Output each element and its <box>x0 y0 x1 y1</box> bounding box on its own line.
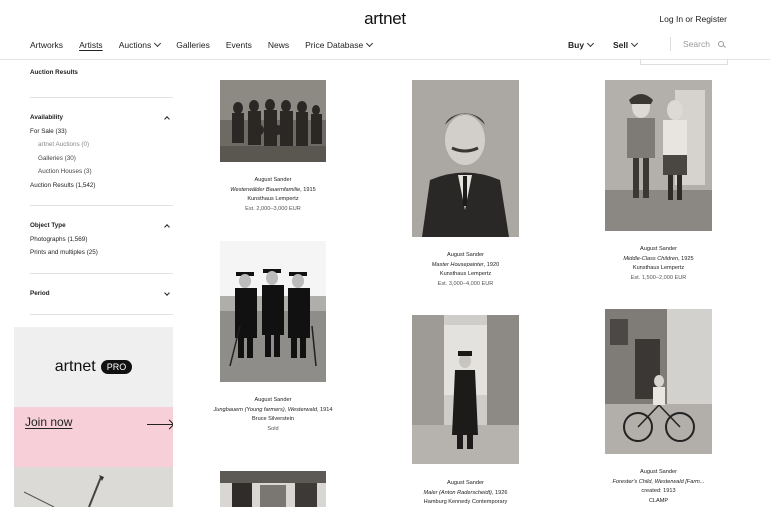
nav-auctions-label: Auctions <box>118 40 152 50</box>
filter-prints-multiples[interactable]: Prints and multiples (25) <box>30 249 98 256</box>
login-register-link[interactable]: Log In or Register <box>659 14 727 24</box>
join-now-link[interactable]: Join now <box>25 415 72 429</box>
arrow-right-icon <box>147 424 173 425</box>
filter-photographs[interactable]: Photographs (1,569) <box>30 236 87 243</box>
filter-auction-results[interactable]: Auction Results (1,542) <box>30 182 95 189</box>
availability-heading[interactable]: Availability <box>30 114 63 121</box>
nav-artworks[interactable]: Artworks <box>30 40 63 50</box>
artwork-caption: August Sander Maler (Anton Raderscheidt)… <box>392 479 539 507</box>
auction-results-heading[interactable]: Auction Results <box>30 69 78 76</box>
nav-news[interactable]: News <box>268 40 289 50</box>
search-icon <box>717 41 724 47</box>
artwork-artist[interactable]: August Sander <box>585 468 732 478</box>
artwork-image-foresters-child[interactable] <box>605 309 712 454</box>
nav-galleries[interactable]: Galleries <box>176 40 210 50</box>
artnet-logo[interactable]: artnet <box>0 9 770 29</box>
nav-events[interactable]: Events <box>226 40 252 50</box>
artwork-price: Est. 3,000–4,000 EUR <box>437 280 494 287</box>
artwork-artist[interactable]: August Sander <box>585 245 732 255</box>
artwork-title-line[interactable]: Middle-Class Children, 1925 <box>585 255 732 265</box>
artwork-price: Sold <box>267 425 279 432</box>
artwork-title: Jungbauern (Young farmers), Westerwald <box>213 406 317 413</box>
ad-join-panel[interactable]: Join now <box>14 407 173 467</box>
chevron-down-icon <box>366 39 374 48</box>
artwork-year: , 1915 <box>300 186 316 193</box>
artwork-artist[interactable]: August Sander <box>392 479 539 489</box>
pen-illustration <box>14 467 173 507</box>
artwork-year: , 1926 <box>491 489 508 496</box>
nav-artists[interactable]: Artists <box>79 40 103 50</box>
artwork-image-middle-class-children[interactable] <box>605 80 712 231</box>
main-nav: Artworks Artists Auctions Galleries Even… <box>30 39 388 50</box>
nav-auctions[interactable]: Auctions <box>118 39 162 50</box>
artwork-venue[interactable]: Hamburg Kennedy Contemporary <box>392 498 539 507</box>
divider <box>30 314 173 315</box>
filter-artnet-auctions[interactable]: artnet Auctions (0) <box>38 141 89 148</box>
chevron-down-icon <box>587 39 595 48</box>
artwork-venue[interactable]: created: 1913 <box>585 487 732 497</box>
period-heading[interactable]: Period <box>30 290 50 297</box>
artwork-title-line[interactable]: Jungbauern (Young farmers), Westerwald, … <box>200 406 346 416</box>
artwork-image-young-farmers[interactable] <box>220 241 326 382</box>
artnet-pro-ad[interactable]: artnet PRO Join now <box>14 327 173 507</box>
artwork-image-westerwalder-family[interactable] <box>220 80 326 162</box>
pro-badge: PRO <box>100 360 133 374</box>
ad-brand-logo: artnet <box>54 358 96 375</box>
divider <box>30 205 173 206</box>
artwork-image-partial[interactable] <box>220 471 326 507</box>
chevron-down-icon <box>631 39 639 48</box>
nav-price-database[interactable]: Price Database <box>305 39 374 50</box>
artwork-title-line[interactable]: Maler (Anton Raderscheidt), 1926 <box>392 489 539 499</box>
artwork-title-line[interactable]: Master Housepainter, 1920 <box>392 261 539 271</box>
artwork-caption: August Sander Middle-Class Children, 192… <box>585 245 732 283</box>
artwork-caption: August Sander Forester's Child, Westerwa… <box>585 468 732 506</box>
site-header: artnet Log In or Register Artworks Artis… <box>0 0 770 60</box>
filter-galleries[interactable]: Galleries (30) <box>38 155 76 162</box>
ad-pen-illustration <box>14 467 173 507</box>
ad-brand-panel: artnet PRO <box>14 327 173 407</box>
sell-menu[interactable]: Sell <box>613 39 639 50</box>
artwork-caption: August Sander Master Housepainter, 1920 … <box>392 251 539 289</box>
artwork-image-master-housepainter[interactable] <box>412 80 519 237</box>
filter-for-sale[interactable]: For Sale (33) <box>30 128 67 135</box>
artwork-title: Westerwälder Bauernfamilie <box>230 186 301 193</box>
artwork-title-line[interactable]: Westerwälder Bauernfamilie, 1915 <box>200 186 346 196</box>
collapse-icon[interactable] <box>164 116 170 122</box>
divider <box>30 273 173 274</box>
expand-icon[interactable] <box>164 290 170 296</box>
artwork-venue[interactable]: Kunsthaus Lempertz <box>200 195 346 205</box>
artwork-price: Est. 2,000–3,000 EUR <box>245 205 301 212</box>
object-type-heading[interactable]: Object Type <box>30 222 66 229</box>
sell-label: Sell <box>613 40 629 50</box>
artwork-price: Est. 1,500–2,000 EUR <box>630 274 687 281</box>
artwork-artist[interactable]: August Sander <box>392 251 539 261</box>
artwork-caption: August Sander Jungbauern (Young farmers)… <box>200 396 346 434</box>
filter-auction-houses[interactable]: Auction Houses (3) <box>38 168 92 175</box>
buy-label: Buy <box>568 40 585 50</box>
divider <box>30 97 173 98</box>
artwork-venue[interactable]: Bruce Silverstein <box>200 415 346 425</box>
search-placeholder: Search <box>683 39 710 49</box>
artwork-artist[interactable]: August Sander <box>200 176 346 186</box>
artwork-venue[interactable]: Kunsthaus Lempertz <box>392 270 539 280</box>
artwork-venue[interactable]: Kunsthaus Lempertz <box>585 264 732 274</box>
artwork-title: Master Housepainter <box>431 261 484 268</box>
artwork-artist[interactable]: August Sander <box>200 396 346 406</box>
artwork-gallery[interactable]: CLAMP <box>585 497 732 507</box>
artwork-year: , 1914 <box>316 406 333 413</box>
artwork-title: Middle-Class Children <box>623 255 679 262</box>
nav-price-database-label: Price Database <box>305 40 364 50</box>
artwork-title-line[interactable]: Forester's Child, Westerwald [Farm... <box>585 478 732 488</box>
buy-menu[interactable]: Buy <box>568 39 595 50</box>
artwork-year: , 1920 <box>483 261 500 268</box>
artwork-year: , 1925 <box>678 255 694 262</box>
sort-dropdown-edge <box>640 60 728 65</box>
chevron-down-icon <box>154 39 162 48</box>
collapse-icon[interactable] <box>164 224 170 230</box>
search-input[interactable]: Search <box>670 37 724 51</box>
artwork-title: Maler (Anton Raderscheidt) <box>423 489 492 496</box>
artwork-image-maler-anton-raderscheidt[interactable] <box>412 315 519 464</box>
artwork-title: Forester's Child, Westerwald [Farm... <box>612 478 705 485</box>
artwork-caption: August Sander Westerwälder Bauernfamilie… <box>200 176 346 214</box>
